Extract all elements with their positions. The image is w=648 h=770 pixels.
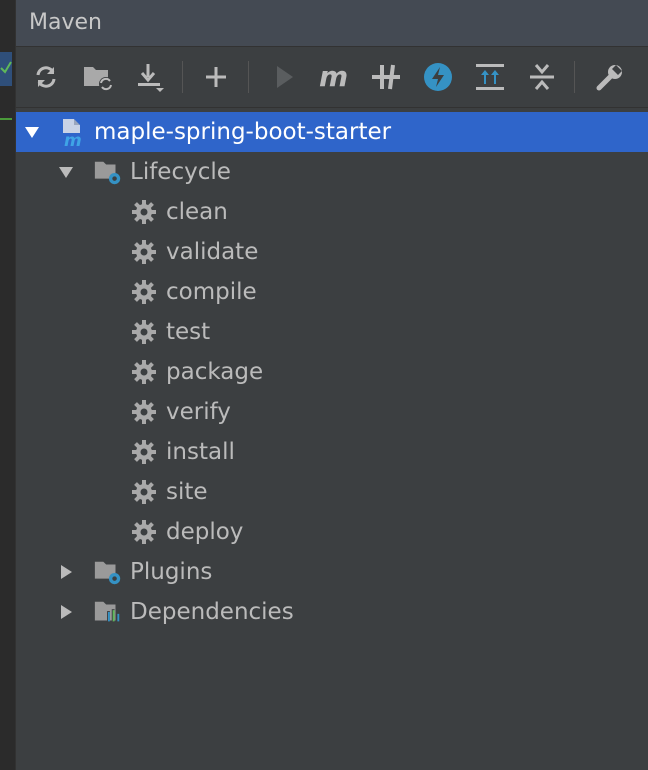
lifecycle-goal-item[interactable]: validate xyxy=(16,232,648,272)
run-button[interactable] xyxy=(266,59,302,95)
collapse-all-button[interactable] xyxy=(524,59,560,95)
svg-text:m: m xyxy=(319,62,348,92)
skip-tests-button[interactable] xyxy=(420,59,456,95)
expand-icon xyxy=(476,64,504,90)
collapsed-arrow-icon[interactable] xyxy=(56,562,76,582)
maven-m-icon: m xyxy=(319,62,348,92)
add-project-button[interactable] xyxy=(198,59,234,95)
gear-icon xyxy=(129,277,159,307)
project-name: maple-spring-boot-starter xyxy=(94,119,392,145)
tree-item-dependencies[interactable]: Dependencies xyxy=(16,592,648,632)
folder-refresh-icon xyxy=(84,67,113,91)
execute-goal-button[interactable]: m xyxy=(316,59,352,95)
expand-arrow-icon[interactable] xyxy=(22,122,42,142)
lifecycle-goal-item[interactable]: test xyxy=(16,312,648,352)
gear-icon xyxy=(129,357,159,387)
gear-icon xyxy=(129,517,159,547)
lifecycle-goal-label: package xyxy=(166,359,264,385)
tree-item-label: Lifecycle xyxy=(130,159,231,185)
lifecycle-goal-item[interactable]: verify xyxy=(16,392,648,432)
folder-gear-icon xyxy=(93,557,123,587)
show-dependencies-button[interactable] xyxy=(472,59,508,95)
gear-icon xyxy=(129,477,159,507)
lifecycle-goal-label: deploy xyxy=(166,519,244,545)
collapsed-arrow-icon[interactable] xyxy=(56,602,76,622)
lifecycle-goal-item[interactable]: clean xyxy=(16,192,648,232)
tree-item-label: Plugins xyxy=(130,559,213,585)
collapse-icon xyxy=(530,64,554,90)
lifecycle-goal-item[interactable]: install xyxy=(16,432,648,472)
editor-gutter-strip xyxy=(0,0,16,770)
plus-icon xyxy=(206,67,226,87)
download-icon xyxy=(138,64,164,92)
settings-button[interactable] xyxy=(592,59,628,95)
play-icon xyxy=(277,66,293,88)
reload-all-projects-button[interactable] xyxy=(28,59,64,95)
lifecycle-goal-item[interactable]: deploy xyxy=(16,512,648,552)
gear-icon xyxy=(129,197,159,227)
folder-gear-icon xyxy=(93,157,123,187)
wrench-icon xyxy=(596,65,622,91)
offline-icon xyxy=(372,64,400,90)
lifecycle-goal-label: clean xyxy=(166,199,228,225)
lifecycle-goal-item[interactable]: compile xyxy=(16,272,648,312)
gear-icon xyxy=(129,237,159,267)
gear-icon xyxy=(129,397,159,427)
folder-library-icon xyxy=(93,597,123,627)
tree-item-lifecycle[interactable]: Lifecycle xyxy=(16,152,648,192)
gear-icon xyxy=(129,437,159,467)
tool-window-title: Maven xyxy=(16,0,648,47)
change-marker xyxy=(0,118,12,120)
maven-toolbar: m xyxy=(16,47,648,108)
lifecycle-goal-label: test xyxy=(166,319,211,345)
lightning-icon xyxy=(424,63,452,91)
download-sources-button[interactable] xyxy=(132,59,168,95)
checkmark-icon xyxy=(0,52,12,86)
maven-tool-window: Maven m m maple-spring-boot-starter Life… xyxy=(16,0,648,770)
gear-icon xyxy=(129,317,159,347)
tree-item-project[interactable]: m maple-spring-boot-starter xyxy=(16,112,648,152)
expand-arrow-icon[interactable] xyxy=(56,162,76,182)
lifecycle-goal-label: validate xyxy=(166,239,259,265)
toggle-offline-button[interactable] xyxy=(368,59,404,95)
lifecycle-goal-label: site xyxy=(166,479,208,505)
maven-project-icon: m xyxy=(58,117,88,147)
generate-sources-button[interactable] xyxy=(80,59,116,95)
svg-text:m: m xyxy=(64,131,82,147)
lifecycle-goal-label: install xyxy=(166,439,235,465)
tree-item-label: Dependencies xyxy=(130,599,294,625)
tree-item-plugins[interactable]: Plugins xyxy=(16,552,648,592)
lifecycle-goal-item[interactable]: site xyxy=(16,472,648,512)
lifecycle-goal-label: compile xyxy=(166,279,257,305)
lifecycle-goal-label: verify xyxy=(166,399,231,425)
refresh-icon xyxy=(36,66,56,88)
lifecycle-goal-item[interactable]: package xyxy=(16,352,648,392)
